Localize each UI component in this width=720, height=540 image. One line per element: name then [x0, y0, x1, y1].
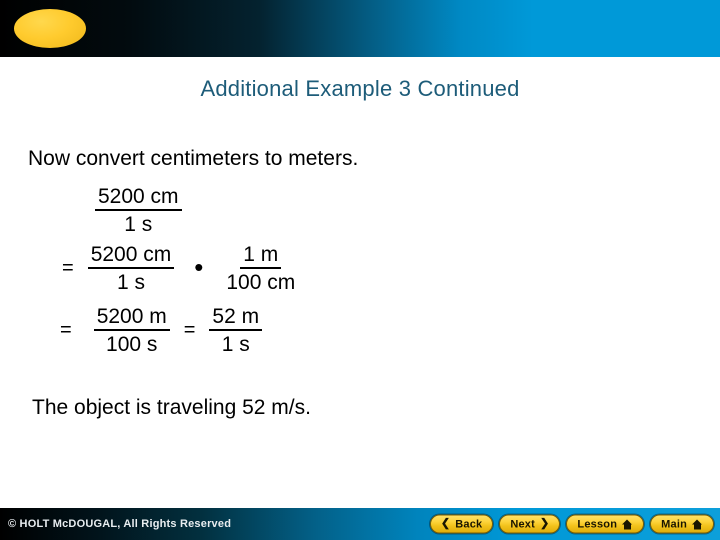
conclusion-text: The object is traveling 52 m/s. — [32, 396, 311, 419]
footer-bar: © HOLT McDOUGAL, All Rights Reserved ❮ B… — [0, 508, 720, 540]
fraction-numerator: 52 m — [209, 306, 263, 332]
math-row: = 5200 cm 1 s • 1 m 100 cm — [62, 244, 298, 294]
fraction-denominator: 1 s — [221, 333, 250, 357]
yellow-ellipse-logo-icon — [14, 9, 86, 48]
main-button[interactable]: Main — [650, 514, 714, 534]
fraction-52m-over-1s: 52 m 1 s — [209, 306, 263, 357]
home-icon — [692, 519, 703, 529]
copyright-text: © HOLT McDOUGAL, All Rights Reserved — [8, 518, 232, 530]
next-button-label: Next — [510, 518, 535, 530]
fraction-numerator: 1 m — [240, 244, 282, 270]
fraction-denominator: 1 s — [116, 271, 145, 295]
fraction-numerator: 5200 cm — [87, 244, 175, 270]
equals-sign-2: = — [183, 318, 196, 341]
fraction-1m-over-100cm: 1 m 100 cm — [223, 244, 298, 294]
fraction-numerator: 5200 cm — [95, 186, 182, 212]
equals-sign: = — [62, 256, 74, 279]
math-work-area: 5200 cm 1 s = 5200 cm 1 s • 1 m 100 cm = — [0, 186, 720, 378]
home-icon — [622, 519, 633, 529]
main-button-label: Main — [661, 518, 687, 530]
header-banner — [0, 0, 720, 57]
back-button[interactable]: ❮ Back — [429, 514, 494, 534]
fraction-denominator: 100 s — [106, 333, 158, 357]
math-row: = 5200 m 100 s = 52 m 1 s — [60, 306, 263, 357]
next-button[interactable]: Next ❯ — [499, 514, 561, 534]
lesson-button[interactable]: Lesson — [566, 514, 645, 534]
multiplication-dot: • — [194, 251, 204, 282]
navigation-buttons: ❮ Back Next ❯ Lesson Main — [429, 514, 714, 534]
fraction-5200m-over-100s: 5200 m 100 s — [93, 306, 170, 357]
math-row: 5200 cm 1 s — [95, 186, 182, 236]
chevron-right-icon: ❯ — [540, 517, 550, 530]
back-button-label: Back — [455, 518, 483, 530]
chevron-left-icon: ❮ — [440, 517, 451, 530]
fraction-5200cm-over-1s: 5200 cm 1 s — [87, 244, 175, 295]
fraction-5200cm-over-1s: 5200 cm 1 s — [95, 186, 182, 236]
fraction-denominator: 100 cm — [226, 271, 296, 295]
lesson-button-label: Lesson — [577, 518, 618, 530]
equals-sign: = — [60, 318, 72, 341]
intro-text: Now convert centimeters to meters. — [28, 147, 359, 170]
fraction-denominator: 1 s — [124, 213, 153, 237]
page-title: Additional Example 3 Continued — [200, 76, 520, 101]
fraction-numerator: 5200 m — [93, 306, 170, 332]
slide-canvas: Additional Example 3 Continued Now conve… — [0, 0, 720, 540]
